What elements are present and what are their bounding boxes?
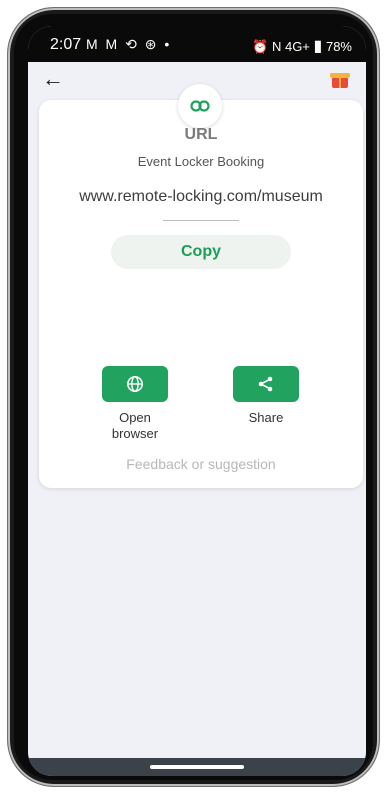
status-notification-icons: M M ⟲ ⊛ •	[86, 36, 172, 52]
feedback-link[interactable]: Feedback or suggestion	[39, 456, 363, 472]
battery-icon: ▮	[313, 38, 323, 55]
url-text[interactable]: www.remote-locking.com/museum	[39, 188, 363, 206]
status-right-icons: ⏰ N 4G+ ▮ 78%	[252, 36, 352, 56]
gift-icon[interactable]	[330, 70, 350, 88]
status-time: 2:07	[50, 36, 82, 53]
status-system-icons: ⏰ N 4G+	[252, 39, 310, 54]
copy-button[interactable]: Copy	[111, 235, 291, 269]
open-browser-button[interactable]	[102, 366, 168, 402]
link-icon	[190, 100, 210, 112]
navigation-bar	[28, 758, 366, 776]
battery-percent: 78%	[325, 39, 352, 54]
status-bar: 2:07 M M ⟲ ⊛ • ⏰ N 4G+ ▮ 78%	[28, 26, 366, 62]
divider	[163, 220, 239, 221]
back-arrow-icon[interactable]: ←	[42, 66, 64, 92]
open-browser-label: Open browser	[111, 410, 159, 441]
home-indicator[interactable]	[150, 765, 244, 769]
share-action[interactable]: Share	[226, 366, 306, 426]
share-label: Share	[248, 410, 284, 425]
open-browser-action[interactable]: Open browser	[95, 366, 175, 442]
link-badge	[178, 84, 222, 128]
screen: 2:07 M M ⟲ ⊛ • ⏰ N 4G+ ▮ 78% ← URL Event…	[28, 26, 366, 776]
result-card: URL Event Locker Booking www.remote-lock…	[39, 84, 363, 488]
content-subtitle: Event Locker Booking	[137, 154, 265, 169]
share-button[interactable]	[233, 366, 299, 402]
content-type-title: URL	[184, 126, 218, 143]
share-icon	[258, 376, 273, 392]
globe-icon	[127, 376, 143, 392]
